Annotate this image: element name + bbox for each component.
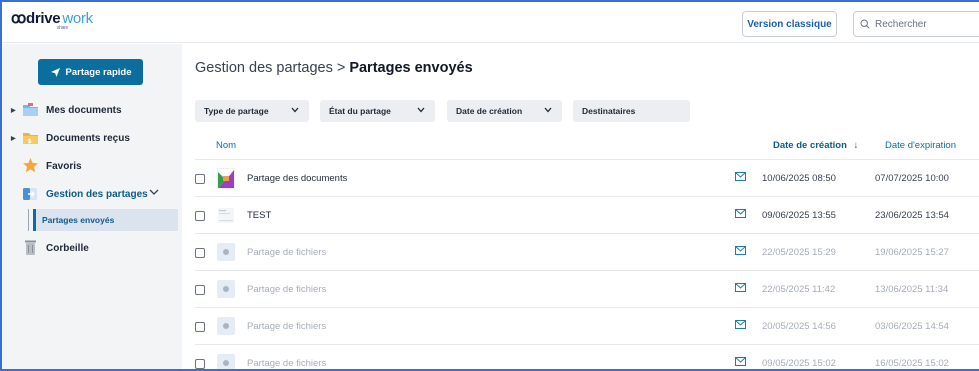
search-placeholder: Rechercher [875,18,927,30]
file-share-icon [217,317,235,335]
table-row[interactable]: Partage de fichiers 22/05/2025 11:42 13/… [195,271,979,308]
file-share-icon [217,354,235,369]
filter-destinataires[interactable]: Destinataires [573,100,690,122]
column-header-date-expiration[interactable]: Date d'expiration [885,140,956,151]
row-name: TEST [247,210,272,221]
sidebar-item-label: Mes documents [46,104,122,116]
mail-icon[interactable] [735,357,746,366]
sidebar: Partage rapide ▶ Mes documents ▶ $ Docum… [2,44,182,369]
mail-icon[interactable] [735,246,746,255]
row-created-date: 22/05/2025 15:29 [762,247,836,258]
row-expiration-date: 13/06/2025 11:34 [875,284,949,295]
breadcrumb-parent[interactable]: Gestion des partages [195,60,333,76]
sidebar-item-label: Favoris [46,160,82,172]
sidebar-item-label: Documents reçus [46,132,130,144]
filter-label: Type de partage [204,106,269,116]
table-row[interactable]: Partage de fichiers 09/05/2025 15:02 16/… [195,345,979,369]
mail-icon[interactable] [735,320,746,329]
chevron-down-icon [417,107,425,113]
sidebar-item-corbeille[interactable]: Corbeille [2,235,182,261]
filter-type-de-partage[interactable]: Type de partage [195,100,309,122]
column-header-nom[interactable]: Nom [216,140,236,151]
row-checkbox[interactable] [195,359,205,369]
row-name: Partage de fichiers [247,321,327,332]
row-name: Partage de fichiers [247,247,327,258]
send-icon [50,67,60,77]
sort-down-icon: ↓ [853,140,859,151]
submenu-line [28,209,29,231]
star-icon [23,158,38,173]
sidebar-item-mes-documents[interactable]: ▶ Mes documents [2,97,182,123]
file-share-icon [217,243,235,261]
search-input[interactable]: Rechercher [853,11,979,37]
folder-icon [23,103,38,116]
sidebar-item-label: Gestion des partages [46,188,148,200]
sidebar-item-favoris[interactable]: Favoris [2,153,182,179]
table-row[interactable]: Partage de fichiers 20/05/2025 14:56 03/… [195,308,979,345]
row-checkbox[interactable] [195,248,205,258]
row-expiration-date: 19/06/2025 15:27 [875,247,949,258]
row-expiration-date: 03/06/2025 14:54 [875,321,949,332]
expand-caret-icon[interactable]: ▶ [11,107,16,114]
quick-share-label: Partage rapide [65,66,132,78]
row-checkbox[interactable] [195,285,205,295]
quick-share-button[interactable]: Partage rapide [38,59,143,85]
row-created-date: 10/06/2025 08:50 [762,173,836,184]
svg-text:$: $ [28,138,32,145]
row-created-date: 09/06/2025 13:55 [762,210,836,221]
logo[interactable]: ꝏdrive work share [11,9,93,31]
row-name: Partage des documents [247,173,348,184]
row-created-date: 20/05/2025 14:56 [762,321,836,332]
mail-icon[interactable] [735,209,746,218]
mail-icon[interactable] [735,283,746,292]
column-header-date-creation[interactable]: Date de création ↓ [773,140,858,151]
chevron-down-icon[interactable] [149,189,159,196]
received-folder-icon: $ [23,133,38,145]
trash-icon [25,240,36,255]
row-created-date: 22/05/2025 11:42 [762,284,836,295]
filter-label: Date de création [456,106,523,116]
filter-date-de-creation[interactable]: Date de création [447,100,562,122]
table-row[interactable]: Partage des documents 10/06/2025 08:50 0… [195,160,979,197]
row-created-date: 09/05/2025 15:02 [762,358,836,369]
table-row[interactable]: Partage de fichiers 22/05/2025 15:29 19/… [195,234,979,271]
sidebar-item-documents-recus[interactable]: ▶ $ Documents reçus [2,125,182,151]
document-thumbnail-icon [218,208,234,223]
row-checkbox[interactable] [195,211,205,221]
row-expiration-date: 07/07/2025 10:00 [875,173,949,184]
chevron-down-icon [291,107,299,113]
breadcrumb-separator: > [336,60,346,76]
app-window: ꝏdrive work share Version classique Reche… [0,0,979,371]
expand-caret-icon[interactable]: ▶ [11,135,16,142]
search-icon [860,19,870,29]
sidebar-subitem-partages-envoyes[interactable]: Partages envoyés [33,209,178,231]
row-checkbox[interactable] [195,322,205,332]
logo-sub: share [57,25,69,31]
row-expiration-date: 23/06/2025 13:54 [875,210,949,221]
row-name: Partage de fichiers [247,284,327,295]
sidebar-item-gestion-des-partages[interactable]: Gestion des partages [2,181,182,207]
filter-label: État du partage [329,106,391,116]
column-header-label: Date de création [773,140,847,151]
share-management-icon [23,188,37,200]
chevron-down-icon [544,107,552,113]
sidebar-item-label: Corbeille [46,242,89,254]
page-title: Partages envoyés [349,60,473,76]
document-thumbnail-icon [217,168,235,189]
mail-icon[interactable] [735,172,746,181]
filter-etat-du-partage[interactable]: État du partage [320,100,435,122]
filter-label: Destinataires [582,106,636,116]
breadcrumb: Gestion des partages > Partages envoyés [195,60,473,76]
logo-main: ꝏdrive [11,10,61,27]
file-share-icon [217,280,235,298]
row-checkbox[interactable] [195,174,205,184]
table-row[interactable]: TEST 09/06/2025 13:55 23/06/2025 13:54 [195,197,979,234]
row-name: Partage de fichiers [247,358,327,369]
top-bar: ꝏdrive work share Version classique Reche… [2,2,979,43]
classic-version-button[interactable]: Version classique [742,11,837,37]
row-expiration-date: 16/05/2025 15:02 [875,358,949,369]
